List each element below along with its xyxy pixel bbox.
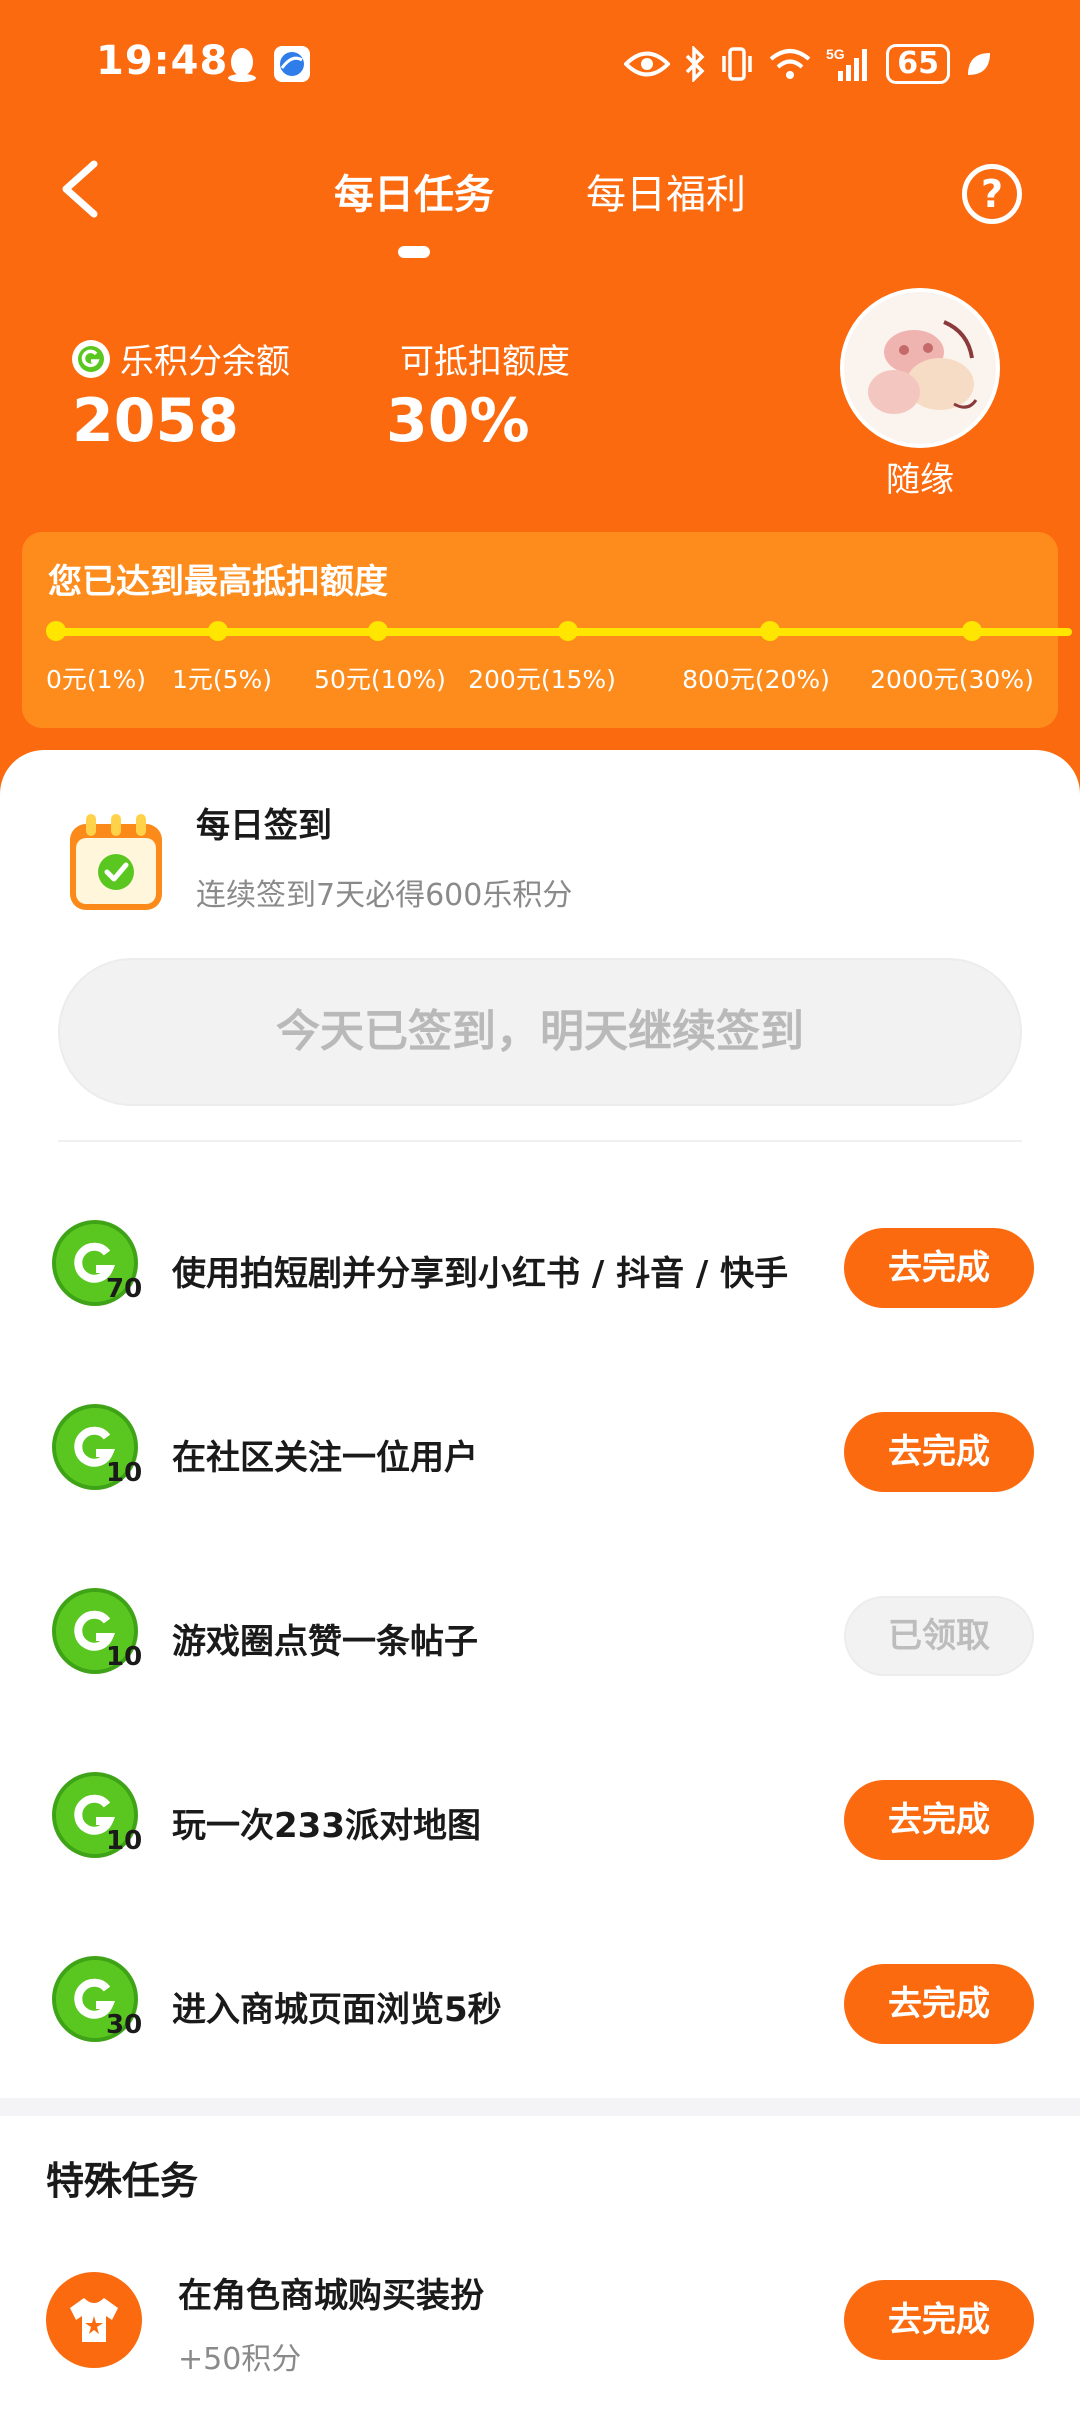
progress-milestone-label: 800元(20%) xyxy=(682,665,830,694)
points-coin-icon xyxy=(72,339,110,378)
special-task-button[interactable]: 去完成 xyxy=(844,2280,1034,2360)
deduct-limit-label: 可抵扣额度 xyxy=(400,342,570,382)
checkin-button[interactable]: 今天已签到，明天继续签到 xyxy=(58,958,1022,1106)
eye-icon xyxy=(624,51,671,77)
task-label: 进入商城页面浏览5秒 xyxy=(172,1990,502,2030)
task-row: 70 使用拍短剧并分享到小红书 / 抖音 / 快手 去完成 xyxy=(0,1208,1080,1328)
signal-icon: 5G xyxy=(826,46,868,81)
checkin-subtitle: 连续签到7天必得600乐积分 xyxy=(196,878,573,913)
tshirt-icon xyxy=(46,2272,142,2368)
task-label: 玩一次233派对地图 xyxy=(172,1806,481,1846)
bluetooth-icon xyxy=(686,46,705,82)
special-task-reward: +50积分 xyxy=(178,2342,302,2377)
task-points: 10 xyxy=(106,1458,143,1488)
avatar-image xyxy=(844,292,996,444)
progress-milestone-label: 2000元(30%) xyxy=(870,665,1034,694)
network-type: 5G xyxy=(826,46,845,62)
task-points: 10 xyxy=(106,1642,143,1672)
browser-icon xyxy=(274,46,310,82)
tab-daily-benefits[interactable]: 每日福利 xyxy=(586,162,746,220)
progress-milestone-dot xyxy=(46,621,66,641)
help-icon[interactable]: ? xyxy=(962,164,1022,224)
leaf-icon xyxy=(968,53,990,75)
progress-milestone-dot xyxy=(760,621,780,641)
username: 随缘 xyxy=(886,460,954,500)
deduct-limit-value: 30% xyxy=(386,386,530,456)
qq-icon xyxy=(228,48,256,82)
task-label: 使用拍短剧并分享到小红书 / 抖音 / 快手 xyxy=(172,1254,789,1294)
points-balance-value: 2058 xyxy=(72,386,239,456)
task-points: 70 xyxy=(106,1274,143,1304)
section-separator xyxy=(0,2098,1080,2116)
progress-milestone-dot xyxy=(558,621,578,641)
deduct-progress-card: 您已达到最高抵扣额度 0元(1%) 1元(5%) 50元(10%) 200元(15%)… xyxy=(22,532,1072,728)
divider xyxy=(58,1140,1022,1142)
progress-milestone-dot xyxy=(368,621,388,641)
status-time: 19:48 xyxy=(96,38,229,84)
tab-indicator xyxy=(398,246,430,258)
task-row: 10 游戏圈点赞一条帖子 已领取 xyxy=(0,1576,1080,1696)
task-action-button[interactable]: 去完成 xyxy=(844,1228,1034,1308)
status-bar: 19:48 5G 65 xyxy=(0,0,1080,130)
tab-daily-tasks[interactable]: 每日任务 xyxy=(334,162,494,220)
task-row: 30 进入商城页面浏览5秒 去完成 xyxy=(0,1944,1080,2064)
vibrate-icon xyxy=(722,47,752,81)
special-tasks-title: 特殊任务 xyxy=(46,2159,199,2203)
checkin-title: 每日签到 xyxy=(196,806,332,846)
task-action-button[interactable]: 去完成 xyxy=(844,1412,1034,1492)
task-action-button[interactable]: 去完成 xyxy=(844,1964,1034,2044)
task-points: 10 xyxy=(106,1826,143,1856)
calendar-check-icon xyxy=(70,814,162,910)
progress-milestone-label: 1元(5%) xyxy=(171,665,273,694)
points-balance-label: 乐积分余额 xyxy=(120,342,290,382)
task-claimed-button[interactable]: 已领取 xyxy=(844,1596,1034,1676)
progress-milestone-label: 50元(10%) xyxy=(314,665,446,694)
special-task-label: 在角色商城购买装扮 xyxy=(178,2276,484,2316)
back-arrow-icon[interactable] xyxy=(54,158,106,220)
avatar[interactable] xyxy=(840,288,1000,448)
task-row: 10 在社区关注一位用户 去完成 xyxy=(0,1392,1080,1512)
wifi-icon xyxy=(769,49,811,79)
status-icons: 5G 65 xyxy=(624,44,994,84)
points-balance-label-row: 乐积分余额 xyxy=(72,334,290,383)
task-action-button[interactable]: 去完成 xyxy=(844,1780,1034,1860)
task-label: 在社区关注一位用户 xyxy=(172,1438,478,1478)
task-points: 30 xyxy=(106,2010,143,2040)
progress-title: 您已达到最高抵扣额度 xyxy=(48,562,388,602)
task-row: 10 玩一次233派对地图 去完成 xyxy=(0,1760,1080,1880)
progress-milestone-dot xyxy=(208,621,228,641)
task-label: 游戏圈点赞一条帖子 xyxy=(172,1622,478,1662)
progress-milestone-dot xyxy=(962,621,982,641)
progress-milestone-label: 0元(1%) xyxy=(45,665,147,694)
battery-indicator: 65 xyxy=(886,44,950,84)
progress-milestone-label: 200元(15%) xyxy=(468,665,616,694)
